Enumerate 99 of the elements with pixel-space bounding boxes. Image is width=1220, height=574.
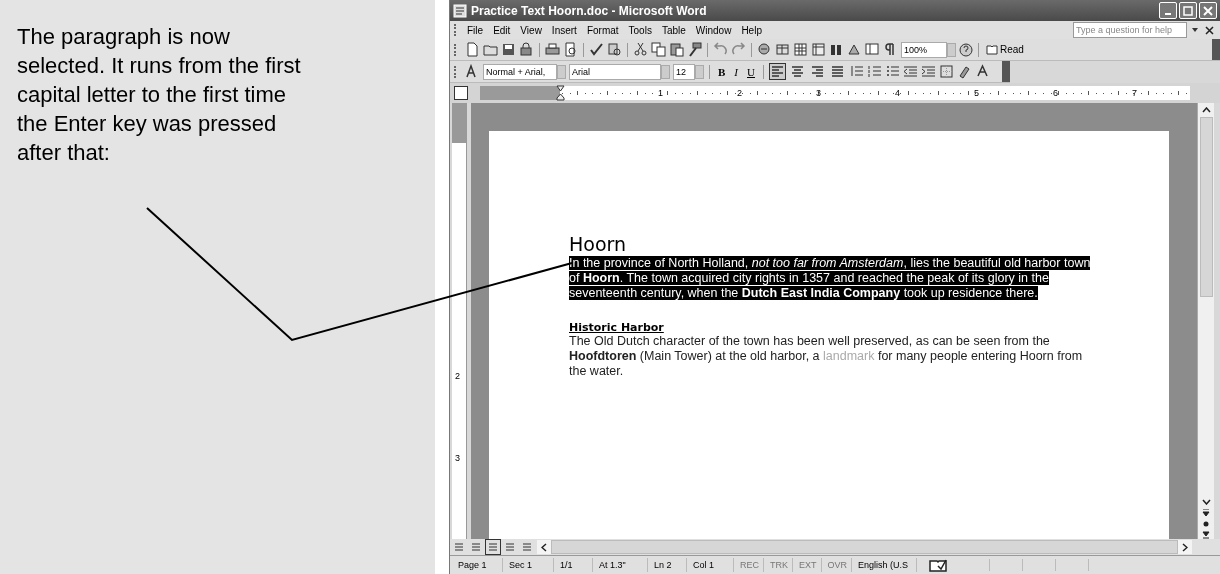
browse-buttons-icon[interactable]: [1202, 509, 1210, 539]
toolbar-options-handle[interactable]: [1212, 39, 1220, 60]
scroll-up-icon[interactable]: [1201, 107, 1211, 113]
font-dropdown[interactable]: Arial: [569, 63, 661, 80]
undo-icon[interactable]: [713, 42, 728, 57]
maximize-button[interactable]: [1179, 2, 1197, 19]
vertical-scrollbar[interactable]: [1197, 103, 1214, 539]
ruler-number: 3: [815, 87, 822, 100]
scroll-right-icon[interactable]: [1182, 542, 1188, 552]
maximize-icon: [1182, 4, 1194, 17]
tables-icon[interactable]: [775, 42, 790, 57]
ruler-number: 6: [1052, 87, 1059, 100]
columns-icon[interactable]: [829, 42, 844, 57]
menu-item[interactable]: Format: [581, 24, 624, 36]
document-heading: Hoorn: [569, 233, 628, 255]
cut-icon[interactable]: [633, 42, 648, 57]
selected-paragraph: In the province of North Holland, not too far from Amsterdam, lies the beautiful old harbor town of Hoorn. The town acquired city rights in 1357 and reached the peak of its glory in the seventeenth century, when the Dutch East India Company took up residence there.: [569, 256, 1092, 301]
new-page-icon[interactable]: [465, 42, 480, 57]
status-field: 1/1: [556, 558, 593, 572]
ruler-number: 4: [894, 87, 901, 100]
numbering-icon[interactable]: [866, 64, 882, 79]
help-icon[interactable]: [959, 42, 973, 57]
copy-icon[interactable]: [651, 42, 666, 57]
format-button[interactable]: B: [715, 65, 729, 78]
web-view-icon[interactable]: [469, 540, 483, 554]
print-preview-icon[interactable]: [563, 42, 578, 57]
outdent-icon[interactable]: [902, 64, 918, 79]
menu-item[interactable]: Table: [656, 24, 691, 36]
ruler-number: 2: [736, 87, 743, 100]
drawing-icon[interactable]: [847, 42, 862, 57]
font-color-icon[interactable]: [974, 64, 990, 79]
print-layout-icon[interactable]: [486, 540, 500, 554]
status-field: TRK: [766, 558, 793, 572]
ruler-number: 1: [657, 87, 664, 100]
menu-item[interactable]: Window: [690, 24, 737, 36]
paragraph: The Old Dutch character of the town has been well preserved, as can be seen from the Hoofdtoren (Main Tower) at the old harbor, a landmark for many people entering Hoorn from the water.: [569, 334, 1084, 379]
ruler-number: 3: [455, 453, 460, 463]
minimize-icon: [1165, 12, 1171, 15]
menu-item[interactable]: Tools: [623, 24, 657, 36]
align-icon[interactable]: [768, 63, 786, 80]
normal-view-icon[interactable]: [452, 540, 466, 554]
format-button[interactable]: U: [744, 65, 758, 78]
font-size-dropdown[interactable]: 12: [673, 63, 695, 80]
save-icon[interactable]: [501, 42, 516, 57]
status-field: REC: [736, 558, 764, 572]
status-field: Sec 1: [505, 558, 554, 572]
indent-marker-icon[interactable]: [556, 85, 565, 101]
menu-item[interactable]: View: [515, 24, 547, 36]
line-spacing-icon[interactable]: [848, 64, 864, 79]
status-field: Ln 2: [650, 558, 687, 572]
outline-view-icon[interactable]: [503, 540, 517, 554]
read-button[interactable]: Read: [984, 44, 1026, 55]
minimize-button[interactable]: [1159, 2, 1177, 19]
section-heading: Historic Harbor: [569, 321, 665, 334]
book-check-icon: [929, 558, 948, 572]
ruler-number: 7: [1131, 87, 1138, 100]
paste-icon[interactable]: [669, 42, 684, 57]
table-grid-icon[interactable]: [793, 42, 808, 57]
toolbar-options-handle[interactable]: [1002, 61, 1010, 82]
document-map-icon[interactable]: [865, 42, 880, 57]
format-painter-icon[interactable]: [687, 42, 702, 57]
help-search-field[interactable]: Type a question for help: [1073, 22, 1187, 38]
scroll-down-icon[interactable]: [1201, 499, 1211, 505]
spelling-icon[interactable]: [589, 42, 604, 57]
zoom-dropdown[interactable]: 100%: [901, 41, 947, 58]
status-field: At 1.3": [595, 558, 648, 572]
bullets-icon[interactable]: [884, 64, 900, 79]
menu-item[interactable]: Edit: [488, 24, 516, 36]
spreadsheet-icon[interactable]: [811, 42, 826, 57]
status-field: English (U.S: [854, 558, 918, 572]
close-icon: [1202, 4, 1214, 17]
close-icon[interactable]: [1205, 25, 1214, 35]
style-dropdown[interactable]: Normal + Arial,: [483, 63, 557, 80]
status-field: EXT: [795, 558, 822, 572]
document-icon: [453, 3, 467, 18]
instruction-text: The paragraph is now selected. It runs from the first capital letter to the first time the Enter key was pressed after that:: [17, 23, 302, 167]
menu-item[interactable]: Insert: [546, 24, 582, 36]
redo-icon[interactable]: [731, 42, 746, 57]
indent-icon[interactable]: [920, 64, 936, 79]
status-field: Page 1: [454, 558, 503, 572]
format-button[interactable]: I: [731, 65, 741, 78]
reading-view-icon[interactable]: [520, 540, 534, 554]
close-button[interactable]: [1199, 2, 1217, 19]
folder-icon[interactable]: [483, 42, 498, 57]
status-field: Col 1: [689, 558, 734, 572]
window-title: Practice Text Hoorn.doc - Microsoft Word: [471, 3, 708, 18]
menu-item[interactable]: Help: [736, 24, 767, 36]
ruler-number: 2: [455, 371, 460, 381]
tab-selector[interactable]: [454, 86, 468, 100]
menu-item[interactable]: File: [462, 24, 489, 36]
hyperlink-icon[interactable]: [757, 42, 772, 57]
scroll-left-icon[interactable]: [541, 542, 547, 552]
scrollbar-thumb[interactable]: [1199, 117, 1213, 297]
ruler-number: 5: [973, 87, 980, 100]
print-icon[interactable]: [545, 42, 560, 57]
book-icon: [986, 44, 998, 55]
research-icon[interactable]: [607, 42, 622, 57]
status-field: OVR: [823, 558, 853, 572]
permission-icon[interactable]: [519, 42, 534, 57]
